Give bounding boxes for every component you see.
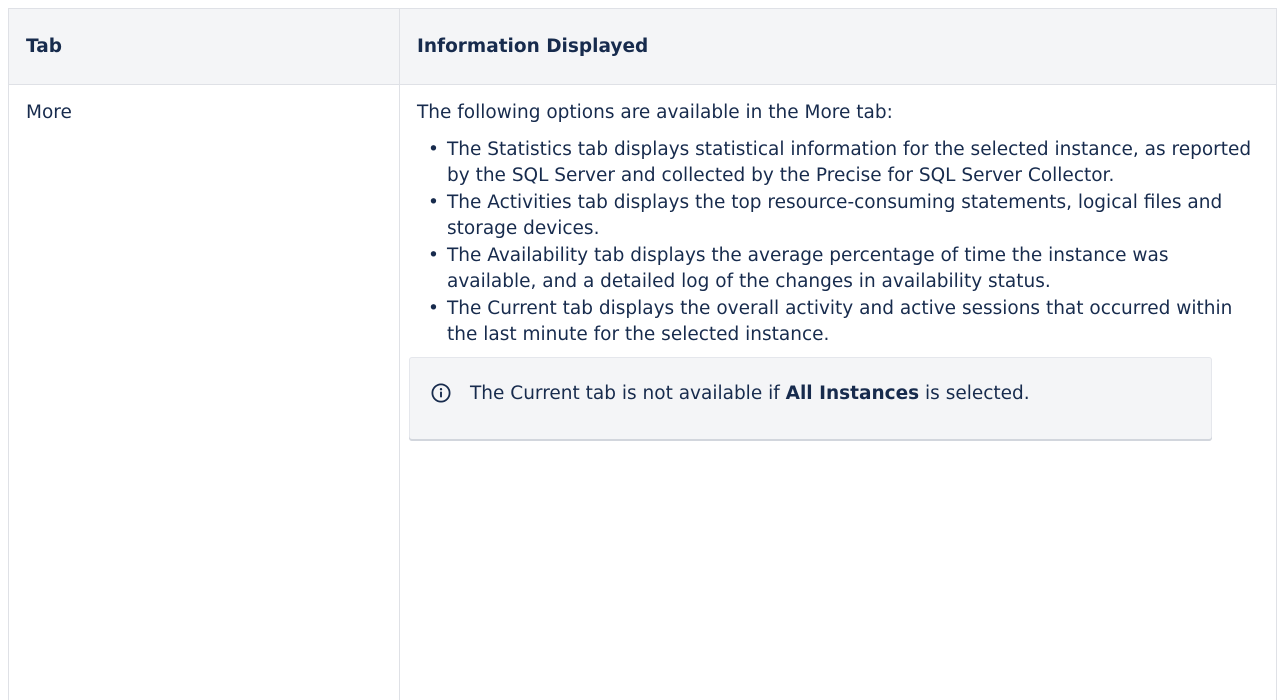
info-icon <box>431 383 451 403</box>
list-item-text: The Current tab displays the overall act… <box>447 298 1232 346</box>
note-bold-text: All Instances <box>786 383 920 404</box>
options-list: •The Statistics tab displays statistical… <box>417 137 1259 349</box>
header-information-displayed: Information Displayed <box>400 9 1277 85</box>
header-tab: Tab <box>9 9 400 85</box>
intro-text: The following options are available in t… <box>417 100 1259 127</box>
info-note: The Current tab is not available if All … <box>409 357 1212 441</box>
table-row: More The following options are available… <box>9 85 1277 700</box>
list-item-text: The Statistics tab displays statistical … <box>447 139 1251 187</box>
table-header-row: Tab Information Displayed <box>9 9 1277 85</box>
info-table: Tab Information Displayed More The follo… <box>8 8 1277 700</box>
list-item-text: The Availability tab displays the averag… <box>447 245 1168 293</box>
list-item: •The Activities tab displays the top res… <box>447 190 1259 243</box>
list-item: •The Availability tab displays the avera… <box>447 243 1259 296</box>
tab-name-cell: More <box>9 85 400 700</box>
list-item-text: The Activities tab displays the top reso… <box>447 192 1222 240</box>
list-item: •The Statistics tab displays statistical… <box>447 137 1259 190</box>
information-cell: The following options are available in t… <box>400 85 1277 700</box>
note-text: The Current tab is not available if All … <box>470 381 1030 408</box>
tab-name: More <box>26 102 72 123</box>
list-item: •The Current tab displays the overall ac… <box>447 296 1259 349</box>
